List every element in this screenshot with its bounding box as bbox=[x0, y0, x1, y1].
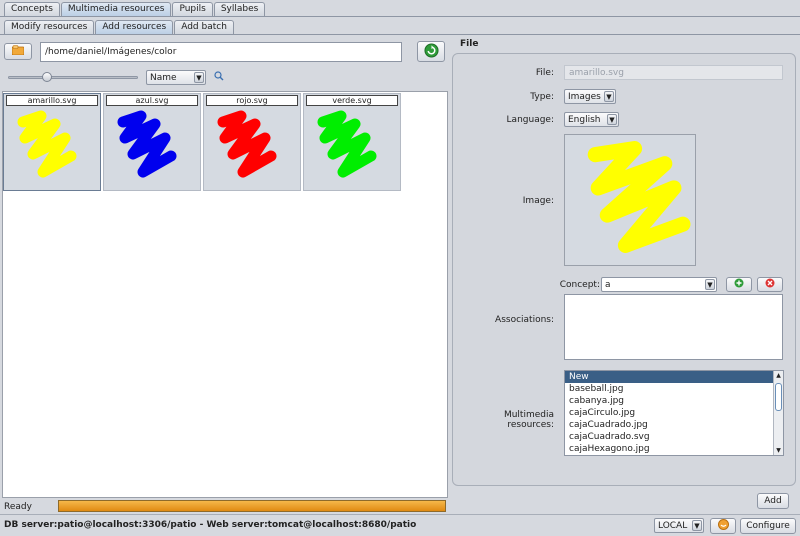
list-item[interactable]: cajaHexagono.jpg bbox=[565, 443, 783, 455]
tab-add-batch[interactable]: Add batch bbox=[174, 20, 234, 35]
thumbnail-amarillo[interactable]: amarillo.svg bbox=[3, 93, 101, 191]
path-input[interactable]: /home/daniel/Imágenes/color bbox=[40, 42, 402, 62]
type-select[interactable]: Images ▼ bbox=[564, 89, 616, 104]
magnifier-icon[interactable] bbox=[214, 71, 224, 84]
file-value: amarillo.svg bbox=[569, 67, 624, 78]
add-button-label: Add bbox=[764, 496, 782, 506]
list-item[interactable]: cajaCuadrado.jpg bbox=[565, 419, 783, 431]
zoom-slider-thumb[interactable] bbox=[42, 72, 52, 82]
language-label: Language: bbox=[506, 115, 554, 125]
main-tabbar: Concepts Multimedia resources Pupils Syl… bbox=[4, 1, 266, 17]
scribble-image bbox=[17, 110, 77, 178]
refresh-icon bbox=[423, 42, 439, 61]
scribble-image bbox=[317, 110, 377, 178]
mode-select[interactable]: LOCAL ▼ bbox=[654, 518, 704, 533]
concept-select[interactable]: a ▼ bbox=[601, 277, 717, 292]
chevron-down-icon: ▼ bbox=[692, 520, 702, 531]
thumbnail-caption: azul.svg bbox=[106, 95, 198, 106]
thumbnail-grid: amarillo.svg azul.svg rojo.svg verde.svg bbox=[2, 91, 448, 498]
thumbnail-caption: rojo.svg bbox=[206, 95, 298, 106]
tabbar-divider bbox=[0, 16, 800, 17]
delete-icon bbox=[765, 278, 775, 291]
connect-button[interactable] bbox=[710, 518, 736, 534]
type-label: Type: bbox=[530, 92, 554, 102]
scribble-image bbox=[217, 110, 277, 178]
add-button[interactable]: Add bbox=[757, 493, 789, 509]
list-item[interactable]: baseball.jpg bbox=[565, 383, 783, 395]
scroll-down-icon[interactable]: ▼ bbox=[774, 446, 783, 455]
zoom-slider-track[interactable] bbox=[8, 76, 138, 79]
list-item[interactable]: cabanya.jpg bbox=[565, 395, 783, 407]
scroll-up-icon[interactable]: ▲ bbox=[774, 371, 783, 380]
concept-value: a bbox=[605, 279, 611, 290]
list-item[interactable]: cajaCirculo.jpg bbox=[565, 407, 783, 419]
type-value: Images bbox=[568, 91, 601, 102]
tab-modify-resources[interactable]: Modify resources bbox=[4, 20, 95, 35]
progress-bar bbox=[58, 500, 446, 512]
subtab-divider bbox=[0, 34, 800, 35]
thumbnail-caption: verde.svg bbox=[306, 95, 398, 106]
thumbnail-rojo[interactable]: rojo.svg bbox=[203, 93, 301, 191]
path-text: /home/daniel/Imágenes/color bbox=[45, 47, 177, 57]
list-item[interactable]: cajaCuadrado.svg bbox=[565, 431, 783, 443]
tab-add-resources[interactable]: Add resources bbox=[95, 20, 174, 35]
multimedia-label: Multimedia resources: bbox=[503, 410, 554, 430]
status-bar: DB server:patio@localhost:3306/patio - W… bbox=[0, 514, 800, 536]
chevron-down-icon: ▼ bbox=[607, 114, 617, 125]
list-scrollbar[interactable]: ▲ ▼ bbox=[773, 371, 783, 455]
scroll-thumb[interactable] bbox=[775, 383, 782, 411]
thumbnail-verde[interactable]: verde.svg bbox=[303, 93, 401, 191]
sort-select[interactable]: Name ▼ bbox=[146, 70, 206, 85]
open-folder-button[interactable] bbox=[4, 43, 32, 60]
image-preview bbox=[564, 134, 696, 266]
add-concept-button[interactable] bbox=[726, 277, 752, 292]
configure-button[interactable]: Configure bbox=[740, 518, 796, 534]
thumbnail-caption: amarillo.svg bbox=[6, 95, 98, 106]
scribble-image bbox=[117, 110, 177, 178]
file-label: File: bbox=[535, 68, 554, 78]
image-label: Image: bbox=[522, 196, 554, 206]
progress-fill bbox=[59, 501, 445, 511]
chevron-down-icon: ▼ bbox=[194, 72, 204, 83]
associations-field[interactable] bbox=[564, 294, 783, 360]
multimedia-list[interactable]: New baseball.jpg cabanya.jpg cajaCirculo… bbox=[564, 370, 784, 456]
tab-multimedia-resources[interactable]: Multimedia resources bbox=[60, 2, 172, 17]
thumbnail-azul[interactable]: azul.svg bbox=[103, 93, 201, 191]
chevron-down-icon: ▼ bbox=[604, 91, 614, 102]
associations-label: Associations: bbox=[495, 315, 554, 325]
tab-pupils[interactable]: Pupils bbox=[172, 2, 213, 17]
concept-label: Concept: bbox=[559, 280, 600, 290]
tab-concepts[interactable]: Concepts bbox=[4, 2, 60, 17]
plus-icon bbox=[734, 278, 744, 291]
tab-syllabes[interactable]: Syllabes bbox=[213, 2, 266, 17]
sub-tabbar: Modify resources Add resources Add batch bbox=[4, 19, 235, 35]
configure-label: Configure bbox=[746, 521, 790, 531]
chevron-down-icon: ▼ bbox=[705, 279, 715, 290]
language-select[interactable]: English ▼ bbox=[564, 112, 619, 127]
server-info: DB server:patio@localhost:3306/patio - W… bbox=[4, 520, 417, 530]
remove-concept-button[interactable] bbox=[757, 277, 783, 292]
folder-icon bbox=[11, 45, 25, 58]
mode-value: LOCAL bbox=[658, 520, 688, 531]
database-icon bbox=[717, 519, 729, 533]
file-field: amarillo.svg bbox=[564, 65, 783, 80]
list-item[interactable]: New bbox=[565, 371, 783, 383]
group-title: File bbox=[460, 39, 479, 49]
language-value: English bbox=[568, 114, 601, 125]
go-button[interactable] bbox=[417, 41, 445, 62]
scribble-image bbox=[587, 141, 691, 253]
sort-value: Name bbox=[150, 72, 177, 83]
status-text: Ready bbox=[4, 502, 32, 512]
